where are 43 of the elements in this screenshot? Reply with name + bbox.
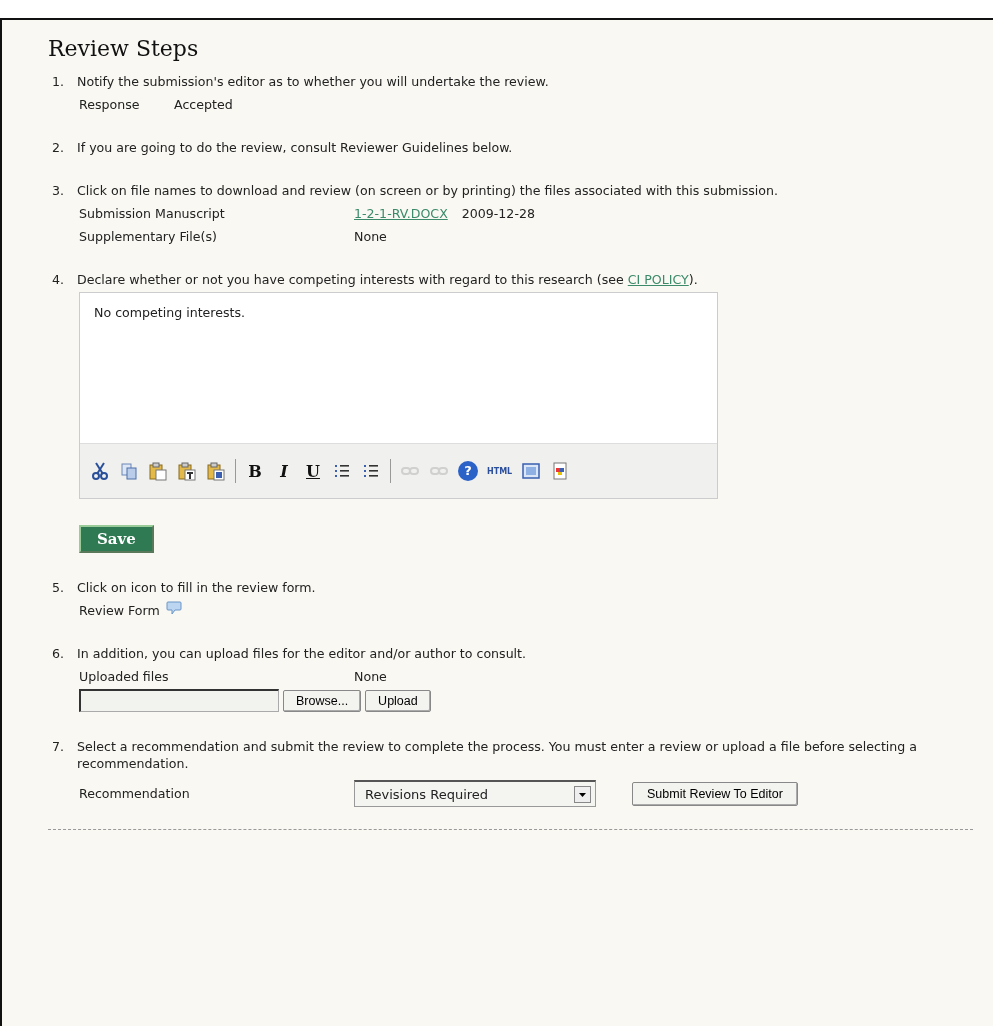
html-button[interactable]: HTML xyxy=(487,466,513,476)
paste-text-icon[interactable] xyxy=(177,461,197,481)
cut-icon[interactable] xyxy=(90,461,110,481)
field-value: Accepted xyxy=(174,96,233,113)
paste-icon[interactable] xyxy=(148,461,168,481)
file-date: 2009-12-28 xyxy=(461,205,535,222)
step-number: 1. xyxy=(51,73,66,90)
field-value: None xyxy=(354,228,387,245)
step-text: Select a recommendation and submit the review to complete the process. You must enter a review or upload a file before selecting a recommendation. xyxy=(77,738,919,772)
section-title: Review Steps xyxy=(48,36,200,61)
step-text: If you are going to do the review, consult Reviewer Guidelines below. xyxy=(77,139,513,156)
recommendation-dropdown[interactable]: Revisions Required xyxy=(354,780,596,807)
save-button[interactable]: Save xyxy=(79,525,154,553)
underline-button[interactable]: U xyxy=(303,461,323,481)
step-number: 2. xyxy=(51,139,66,156)
step-number: 7. xyxy=(51,738,66,756)
step-text: Click on file names to download and review (on screen or by printing) the files associated with this submission. xyxy=(77,182,778,199)
file-link[interactable]: 1-2-1-RV.DOCX xyxy=(354,205,448,222)
step-text: Click on icon to fill in the review form. xyxy=(77,579,316,596)
field-label: Response xyxy=(79,96,141,113)
field-label: Uploaded files xyxy=(79,668,170,685)
field-label: Submission Manuscript xyxy=(79,205,226,222)
text-area[interactable]: No competing interests. xyxy=(80,293,717,443)
step-number: 6. xyxy=(51,645,66,662)
italic-button[interactable]: I xyxy=(274,461,294,481)
step-text: In addition, you can upload files for the editor and/or author to consult. xyxy=(77,645,527,662)
upload-button[interactable]: Upload xyxy=(365,689,431,712)
help-button[interactable]: ? xyxy=(458,461,478,481)
step-text: Notify the submission's editor as to whether you will undertake the review. xyxy=(77,73,549,90)
field-label: Supplementary File(s) xyxy=(79,228,218,245)
bold-button[interactable]: B xyxy=(245,461,265,481)
field-label: Recommendation xyxy=(79,785,191,802)
fullscreen-icon[interactable] xyxy=(521,461,542,481)
step-number: 4. xyxy=(51,271,66,288)
submit-button[interactable]: Submit Review To Editor xyxy=(632,781,798,806)
review-form-label: Review Form xyxy=(79,602,160,619)
step-number: 3. xyxy=(51,182,66,199)
field-value: None xyxy=(354,668,387,685)
policy-link[interactable]: CI POLICY xyxy=(627,272,689,287)
file-input[interactable] xyxy=(79,689,279,712)
browse-button[interactable]: Browse... xyxy=(283,689,362,712)
step-text: Declare whether or not you have competing interests with regard to this research (see CI POLICY). xyxy=(77,271,698,288)
step-number: 5. xyxy=(51,579,66,596)
